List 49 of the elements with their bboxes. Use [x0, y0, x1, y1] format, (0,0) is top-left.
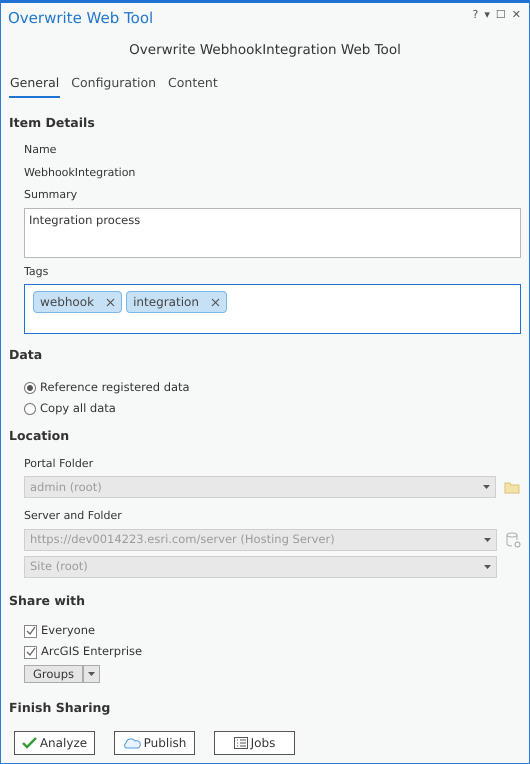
field-label: Server and Folder [24, 508, 123, 524]
cloud-icon [122, 738, 141, 749]
tab[interactable]: Content [167, 74, 219, 98]
caret-icon [484, 538, 491, 542]
remove-icon[interactable] [106, 298, 116, 307]
section-heading: Item Details [8, 114, 96, 132]
radio-button[interactable] [24, 402, 36, 414]
radio-button[interactable] [24, 382, 36, 394]
tag-label: webhook [40, 294, 94, 312]
checkbox-label: Everyone [41, 622, 96, 640]
analyze-button[interactable]: Analyze [14, 731, 95, 756]
field-label: Name [24, 142, 58, 158]
dialog-heading: Overwrite WebhookIntegration Web Tool [128, 40, 402, 60]
tab[interactable]: General [9, 74, 60, 98]
section-heading: Finish Sharing [8, 698, 112, 717]
check-icon [22, 737, 37, 750]
field-label: Portal Folder [24, 456, 94, 472]
summary-field[interactable]: Integration process [24, 208, 521, 258]
dropdown-value: https://dev0014223.esri.com/server (Hosting Server) [30, 531, 335, 548]
section-heading: Data [8, 346, 44, 364]
remove-icon[interactable] [210, 298, 220, 307]
section-heading: Share with [8, 592, 86, 610]
tag-chip[interactable]: integration [126, 291, 227, 314]
tags-field[interactable]: webhook integration [24, 284, 521, 334]
dropdown-value: admin (root) [30, 478, 102, 496]
caret-icon [483, 485, 490, 490]
help-button[interactable]: ? [472, 7, 478, 30]
caret-icon [88, 672, 95, 676]
caret-icon [484, 564, 491, 569]
dropdown-value: Site (root) [30, 558, 88, 576]
window-title: Overwrite Web Tool [7, 8, 154, 29]
close-button[interactable]: ✕ [512, 7, 521, 30]
tag-chip[interactable]: webhook [33, 291, 122, 314]
field-label: Tags [24, 264, 50, 280]
dropdown-button[interactable]: ▾ [484, 7, 490, 30]
jobs-button[interactable]: Jobs [214, 731, 295, 756]
list-icon [234, 737, 248, 750]
tag-label: integration [133, 294, 199, 312]
field-label: Summary [24, 187, 78, 204]
checkbox-label: ArcGIS Enterprise [41, 643, 142, 660]
section-heading: Location [8, 427, 70, 445]
checkbox[interactable] [24, 646, 37, 658]
option-label: Reference registered data [40, 378, 190, 396]
name-value: WebhookIntegration [24, 164, 136, 181]
option-label: Copy all data [40, 400, 116, 417]
checkbox[interactable] [24, 624, 37, 638]
maximize-button[interactable]: ☐ [496, 7, 506, 30]
tab[interactable]: Configuration [70, 74, 158, 98]
publish-button[interactable]: Publish [114, 731, 195, 756]
